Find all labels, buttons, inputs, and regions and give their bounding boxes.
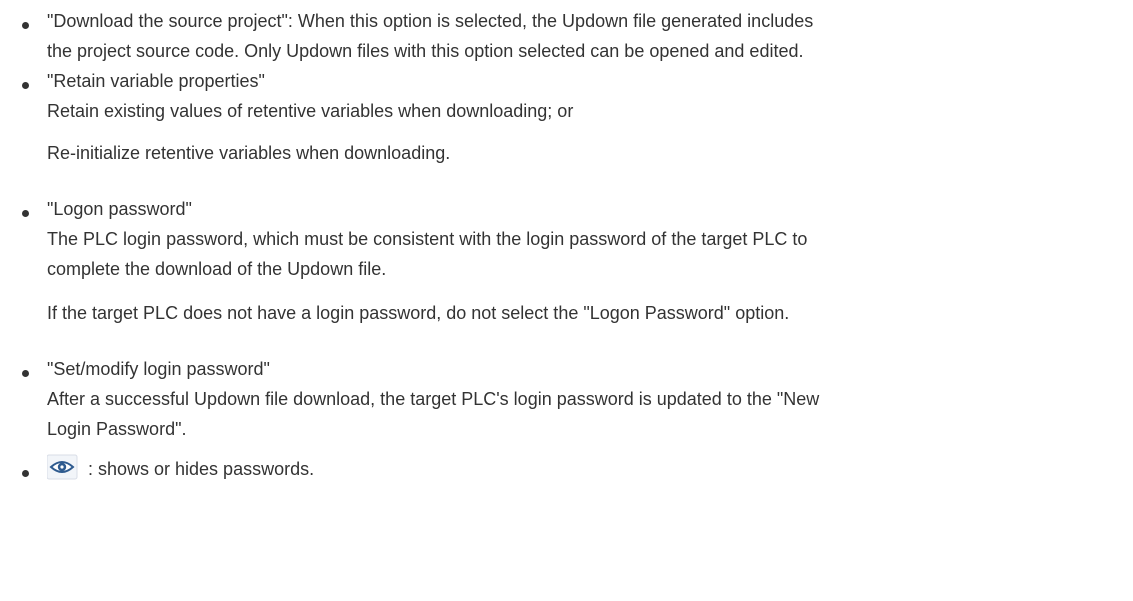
item-2-line-2: Retain existing values of retentive vari… (47, 101, 574, 121)
item-4-line-2: After a successful Updown file download,… (47, 389, 820, 409)
item-1-line-1: "Download the source project": When this… (47, 11, 814, 31)
item-2-line-1: "Retain variable properties" (47, 71, 265, 91)
item-5-text: : shows or hides passwords. (88, 459, 315, 479)
item-3-line-1: "Logon password" (47, 199, 192, 219)
item-1-line-2: the project source code. Only Updown fil… (47, 41, 804, 61)
eye-icon (47, 454, 78, 480)
bullet-point (22, 470, 29, 477)
bullet-point (22, 210, 29, 217)
item-3-line-3: complete the download of the Updown file… (47, 259, 387, 279)
bullet-point (22, 22, 29, 29)
item-2-paragraph: Re-initialize retentive variables when d… (47, 143, 451, 163)
item-3-line-2: The PLC login password, which must be co… (47, 229, 808, 249)
item-3-paragraph: If the target PLC does not have a login … (47, 303, 790, 323)
bullet-point (22, 82, 29, 89)
item-4-line-3: Login Password". (47, 419, 187, 439)
bullet-point (22, 370, 29, 377)
item-4-line-1: "Set/modify login password" (47, 359, 270, 379)
